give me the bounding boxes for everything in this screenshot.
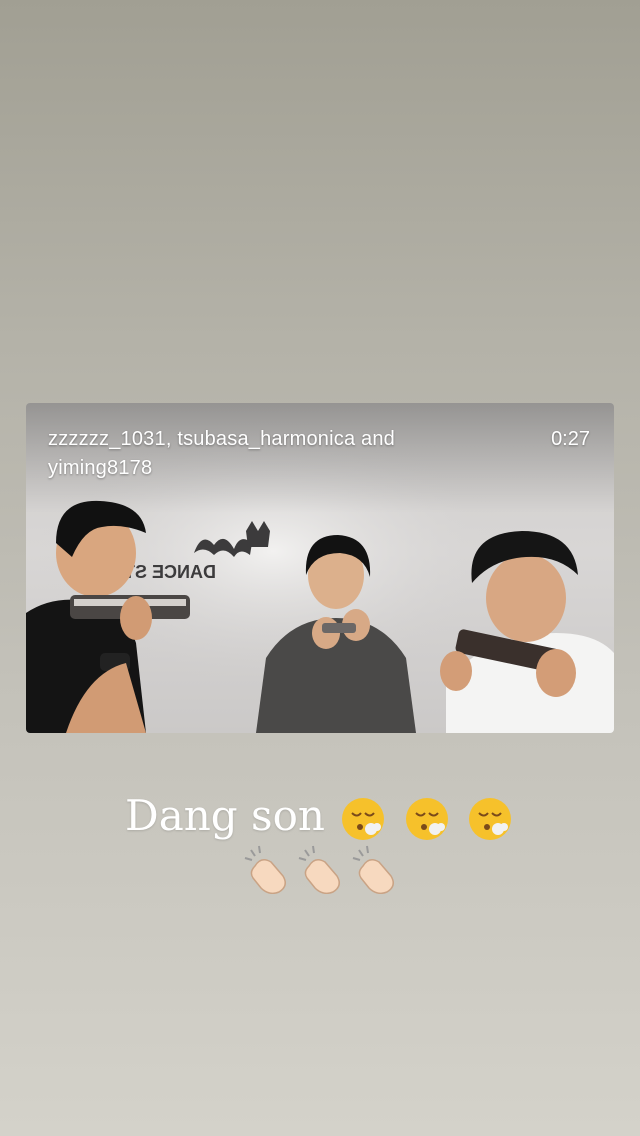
video-caption[interactable]: zzzzzz_1031, tsubasa_harmonica and yimin…	[48, 425, 468, 483]
clap-emoji-row	[0, 844, 640, 894]
clapping-hands-icon	[244, 845, 286, 894]
face-exhaling-icon	[405, 798, 448, 840]
story-caption: Dang son	[0, 786, 640, 843]
face-exhaling-icon	[468, 798, 511, 840]
face-exhaling-icon	[342, 798, 385, 840]
video-duration: 0:27	[551, 428, 590, 450]
story-caption-text: Dang son	[125, 791, 325, 840]
clapping-hands-icon	[353, 845, 395, 894]
clapping-hands-icon	[298, 845, 340, 894]
face-emoji-row	[338, 789, 515, 843]
video-card[interactable]: DANCE STUDIO zzzzzz_1031, tsubasa_harmon…	[26, 403, 614, 733]
